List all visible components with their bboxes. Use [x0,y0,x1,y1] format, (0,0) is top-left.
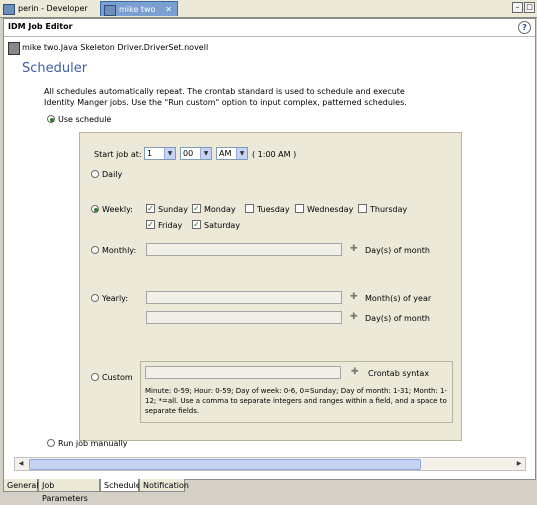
friday-label: Friday [158,221,183,230]
job-editor-panel: IDM Job Editor ? mike two.Java Skeleton … [3,18,536,480]
start-ampm-select[interactable]: AM ▼ [216,147,248,160]
start-minute-select[interactable]: 00 ▼ [180,147,212,160]
wednesday-label: Wednesday [307,205,354,214]
crontab-input[interactable] [145,366,341,379]
tuesday-checkbox[interactable] [245,204,254,213]
editor-tab-label: mike two [119,5,156,14]
custom-radio[interactable] [91,373,99,381]
schedule-options-box: Start job at: 1 ▼ 00 ▼ AM ▼ ( 1:00 AM ) … [79,132,462,441]
close-icon[interactable]: ✕ [165,2,172,17]
tab-notification[interactable]: Notification [139,479,189,492]
thursday-label: Thursday [370,205,408,214]
saturday-checkbox[interactable]: ✓ [192,220,201,229]
use-schedule-radio[interactable] [47,115,55,123]
start-ampm-value: AM [219,149,232,158]
monthly-label: Monthly: [102,246,137,255]
tuesday-label: Tuesday [257,205,290,214]
monthly-days-label: Day(s) of month [365,246,430,255]
page-title: Scheduler [22,61,88,76]
minimize-button[interactable]: – [512,2,523,13]
start-hour-value: 1 [147,149,153,158]
editor-header: IDM Job Editor ? [4,19,535,37]
monthly-days-input[interactable] [146,243,342,256]
editor-tab-label: perin - Developer [18,4,88,13]
thursday-checkbox[interactable] [358,204,367,213]
job-path: mike two.Java Skeleton Driver.DriverSet.… [22,43,209,52]
horizontal-scrollbar[interactable]: ◀ ▶ [14,457,526,471]
yearly-months-input[interactable] [146,291,342,304]
editor-tab-perin[interactable]: perin - Developer [0,1,96,16]
add-icon[interactable]: ✚ [350,312,358,322]
monthly-radio[interactable] [91,246,99,254]
weekly-label: Weekly: [102,205,133,214]
yearly-radio[interactable] [91,294,99,302]
bottom-tab-bar: General Job Parameters Schedule Notifica… [3,479,534,503]
start-job-label: Start job at: [94,150,142,159]
crontab-label: Crontab syntax [368,369,430,378]
tab-schedule[interactable]: Schedule [100,479,141,492]
daily-radio[interactable] [91,170,99,178]
project-icon [3,4,15,15]
friday-checkbox[interactable]: ✓ [146,220,155,229]
editor-tab-bar: perin - Developer mike two ✕ – □ [0,0,537,18]
add-icon[interactable]: ✚ [350,244,358,254]
yearly-days-input[interactable] [146,311,342,324]
custom-label: Custom [102,373,133,382]
yearly-label: Yearly: [102,294,129,303]
weekly-radio[interactable] [91,205,99,213]
tab-job-parameters[interactable]: Job Parameters [38,479,100,503]
yearly-days-label: Day(s) of month [365,314,430,323]
help-icon[interactable]: ? [518,21,531,34]
chevron-down-icon: ▼ [200,148,211,159]
monday-label: Monday [204,205,236,214]
start-time-summary: ( 1:00 AM ) [252,150,297,159]
chevron-down-icon: ▼ [236,148,247,159]
start-minute-value: 00 [183,149,194,158]
yearly-months-label: Month(s) of year [365,294,432,303]
custom-crontab-box: ✚ Crontab syntax Minute: 0-59; Hour: 0-5… [140,361,453,423]
sunday-label: Sunday [158,205,188,214]
scrollbar-thumb[interactable] [29,459,421,470]
crontab-help-text: Minute: 0-59; Hour: 0-59; Day of week: 0… [145,387,448,415]
description-text: All schedules automatically repeat. The … [44,87,407,107]
add-icon[interactable]: ✚ [350,292,358,302]
use-schedule-label: Use schedule [58,115,112,124]
monday-checkbox[interactable]: ✓ [192,204,201,213]
driver-icon [8,42,20,55]
editor-tab-mike-two[interactable]: mike two ✕ [100,1,178,16]
tab-general[interactable]: General [3,479,39,492]
start-hour-select[interactable]: 1 ▼ [144,147,176,160]
sunday-checkbox[interactable]: ✓ [146,204,155,213]
daily-label: Daily [102,170,123,179]
run-manually-radio[interactable] [47,439,55,447]
maximize-button[interactable]: □ [524,2,535,13]
project-icon [104,5,116,16]
chevron-down-icon: ▼ [164,148,175,159]
run-manually-label: Run job manually [58,439,128,448]
scroll-left-icon[interactable]: ◀ [15,458,27,470]
scroll-right-icon[interactable]: ▶ [513,458,525,470]
saturday-label: Saturday [204,221,241,230]
editor-title: IDM Job Editor [8,22,73,31]
add-icon[interactable]: ✚ [351,367,359,377]
wednesday-checkbox[interactable] [295,204,304,213]
